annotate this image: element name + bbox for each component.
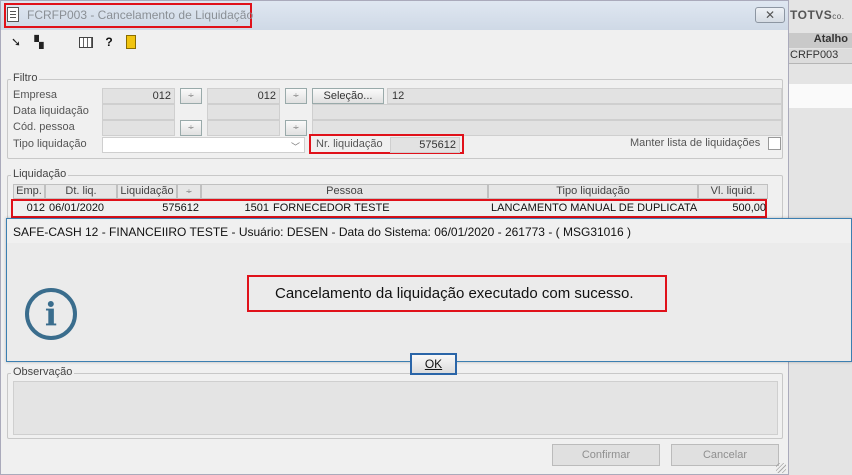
selecao-field[interactable]: 12 [387,88,782,104]
copy-icon[interactable]: ▚ [32,35,46,49]
ok-button[interactable]: OK [410,353,457,375]
data-extra-field[interactable] [312,104,782,120]
tipo-liquidacao-select[interactable] [102,137,305,153]
bg-panel [788,84,852,108]
col-tipo-liquidacao[interactable]: Tipo liquidação [488,184,698,199]
cell-dt-liq[interactable]: 06/01/2020 [49,201,117,216]
bg-list-item[interactable]: CRFP003 [788,49,852,64]
col-liquidacao[interactable]: Liquidação [117,184,177,199]
cell-tipo[interactable]: LANCAMENTO MANUAL DE DUPLICATA [491,201,697,216]
close-icon: ✕ [764,8,776,22]
empresa-from-field[interactable]: 012 [102,88,175,104]
lookup-icon: ∻ [185,187,193,196]
manter-lista-checkbox[interactable] [768,137,781,150]
nr-liquidacao-field[interactable]: 575612 [390,137,460,153]
filtro-title: Filtro [11,72,40,84]
empresa-from-lookup[interactable]: ∻ [180,88,202,104]
dialog-title: SAFE-CASH 12 - FINANCEIIRO TESTE - Usuár… [7,219,851,243]
pessoa-to-lookup[interactable]: ∻ [285,120,307,136]
dialog-body: i Cancelamento da liquidação executado c… [7,243,851,375]
info-icon: i [25,288,77,340]
grid-icon[interactable] [79,37,93,48]
cod-pessoa-label: Cód. pessoa [13,121,75,133]
exit-icon[interactable] [126,35,136,49]
help-icon[interactable]: ? [102,35,116,49]
confirmar-button[interactable]: Confirmar [552,444,660,466]
dialog-message: Cancelamento da liquidação executado com… [275,285,634,302]
tipo-liquidacao-label: Tipo liquidação [13,138,87,150]
close-button[interactable]: ✕ [755,7,785,23]
resize-grip[interactable] [776,463,786,473]
pessoa-to-field[interactable] [207,120,280,136]
col-emp[interactable]: Emp. [13,184,45,199]
col-vl-liquid[interactable]: Vl. liquid. [698,184,768,199]
observacao-textarea[interactable] [13,381,778,435]
empresa-label: Empresa [13,89,58,101]
message-dialog: SAFE-CASH 12 - FINANCEIIRO TESTE - Usuár… [6,218,852,375]
observacao-title: Observação [11,366,75,378]
data-to-field[interactable] [207,104,280,120]
bg-column-header: Atalho [788,33,852,48]
cancelar-button[interactable]: Cancelar [671,444,779,466]
execute-icon[interactable]: ➘ [9,35,23,49]
cell-liquidacao[interactable]: 575612 [117,201,199,216]
data-liquidacao-label: Data liquidação [13,105,89,117]
pessoa-from-lookup[interactable]: ∻ [180,120,202,136]
chevron-down-icon: ﹀ [291,142,301,152]
col-dt-liq[interactable]: Dt. liq. [45,184,117,199]
title-bar: FCRFP003 - Cancelamento de Liquidação ✕ [1,1,788,30]
empresa-to-field[interactable]: 012 [207,88,280,104]
toolbar: ➘ ▚ ? [1,30,788,56]
manter-lista-label: Manter lista de liquidações [630,137,761,149]
data-from-field[interactable] [102,104,175,120]
selecao-button[interactable]: Seleção... [312,88,384,104]
cell-emp[interactable]: 012 [15,201,45,216]
pessoa-from-field[interactable] [102,120,175,136]
totvs-logo: TOTVSco. [790,8,845,22]
col-pessoa[interactable]: Pessoa [201,184,488,199]
cell-valor[interactable]: 500,00 [698,201,766,216]
window-title: FCRFP003 - Cancelamento de Liquidação [27,8,254,22]
cell-cod-pessoa[interactable]: 1501 [201,201,269,216]
liquidacao-title: Liquidação [11,168,69,180]
col-lookup[interactable]: ∻ [177,184,201,199]
cell-pessoa[interactable]: FORNECEDOR TESTE [273,201,485,216]
empresa-to-lookup[interactable]: ∻ [285,88,307,104]
nr-liquidacao-label: Nr. liquidação [316,138,383,150]
